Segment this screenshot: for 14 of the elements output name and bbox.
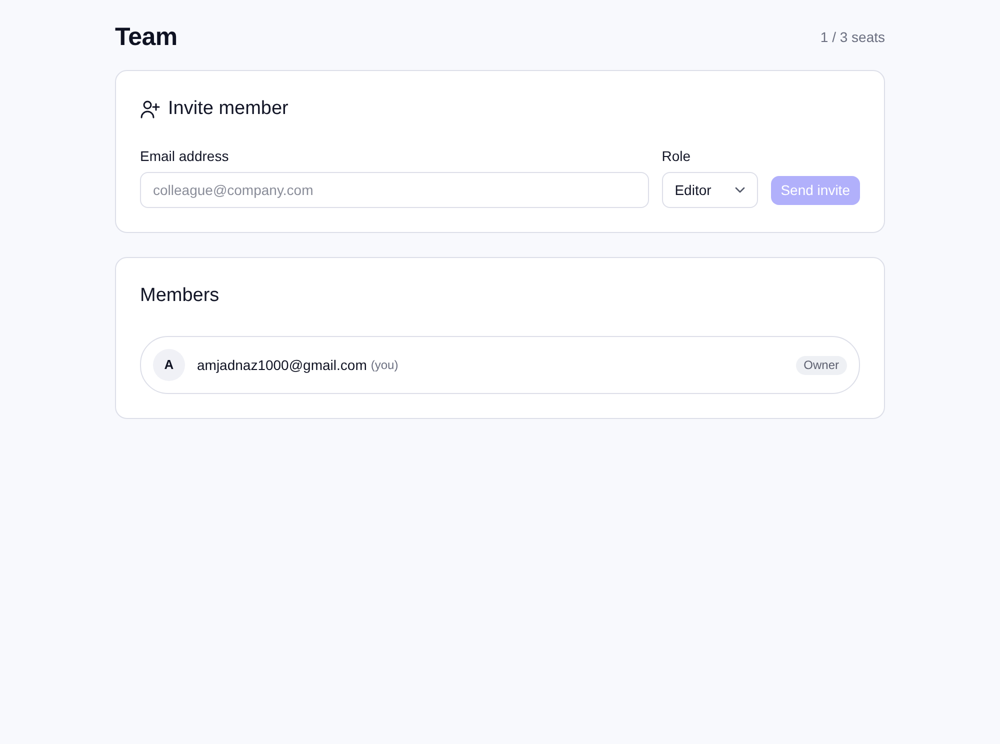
email-field[interactable]: colleague@company.com	[140, 172, 649, 208]
role-dropdown[interactable]: Editor	[662, 172, 758, 208]
email-label: Email address	[140, 147, 230, 165]
chevron-down-icon	[734, 187, 745, 193]
invite-title: Invite member	[168, 97, 288, 121]
page-title: Team	[115, 22, 178, 53]
seats-count: 1 / 3 seats	[820, 28, 885, 46]
avatar-initial: A	[153, 349, 185, 381]
you-note: (you)	[370, 357, 398, 374]
user-plus-icon	[140, 99, 160, 119]
members-title: Members	[140, 284, 220, 308]
member-email: amjadnaz1000@gmail.com	[197, 356, 367, 375]
role-tag: Owner	[796, 356, 847, 374]
role-label: Role	[662, 147, 692, 165]
